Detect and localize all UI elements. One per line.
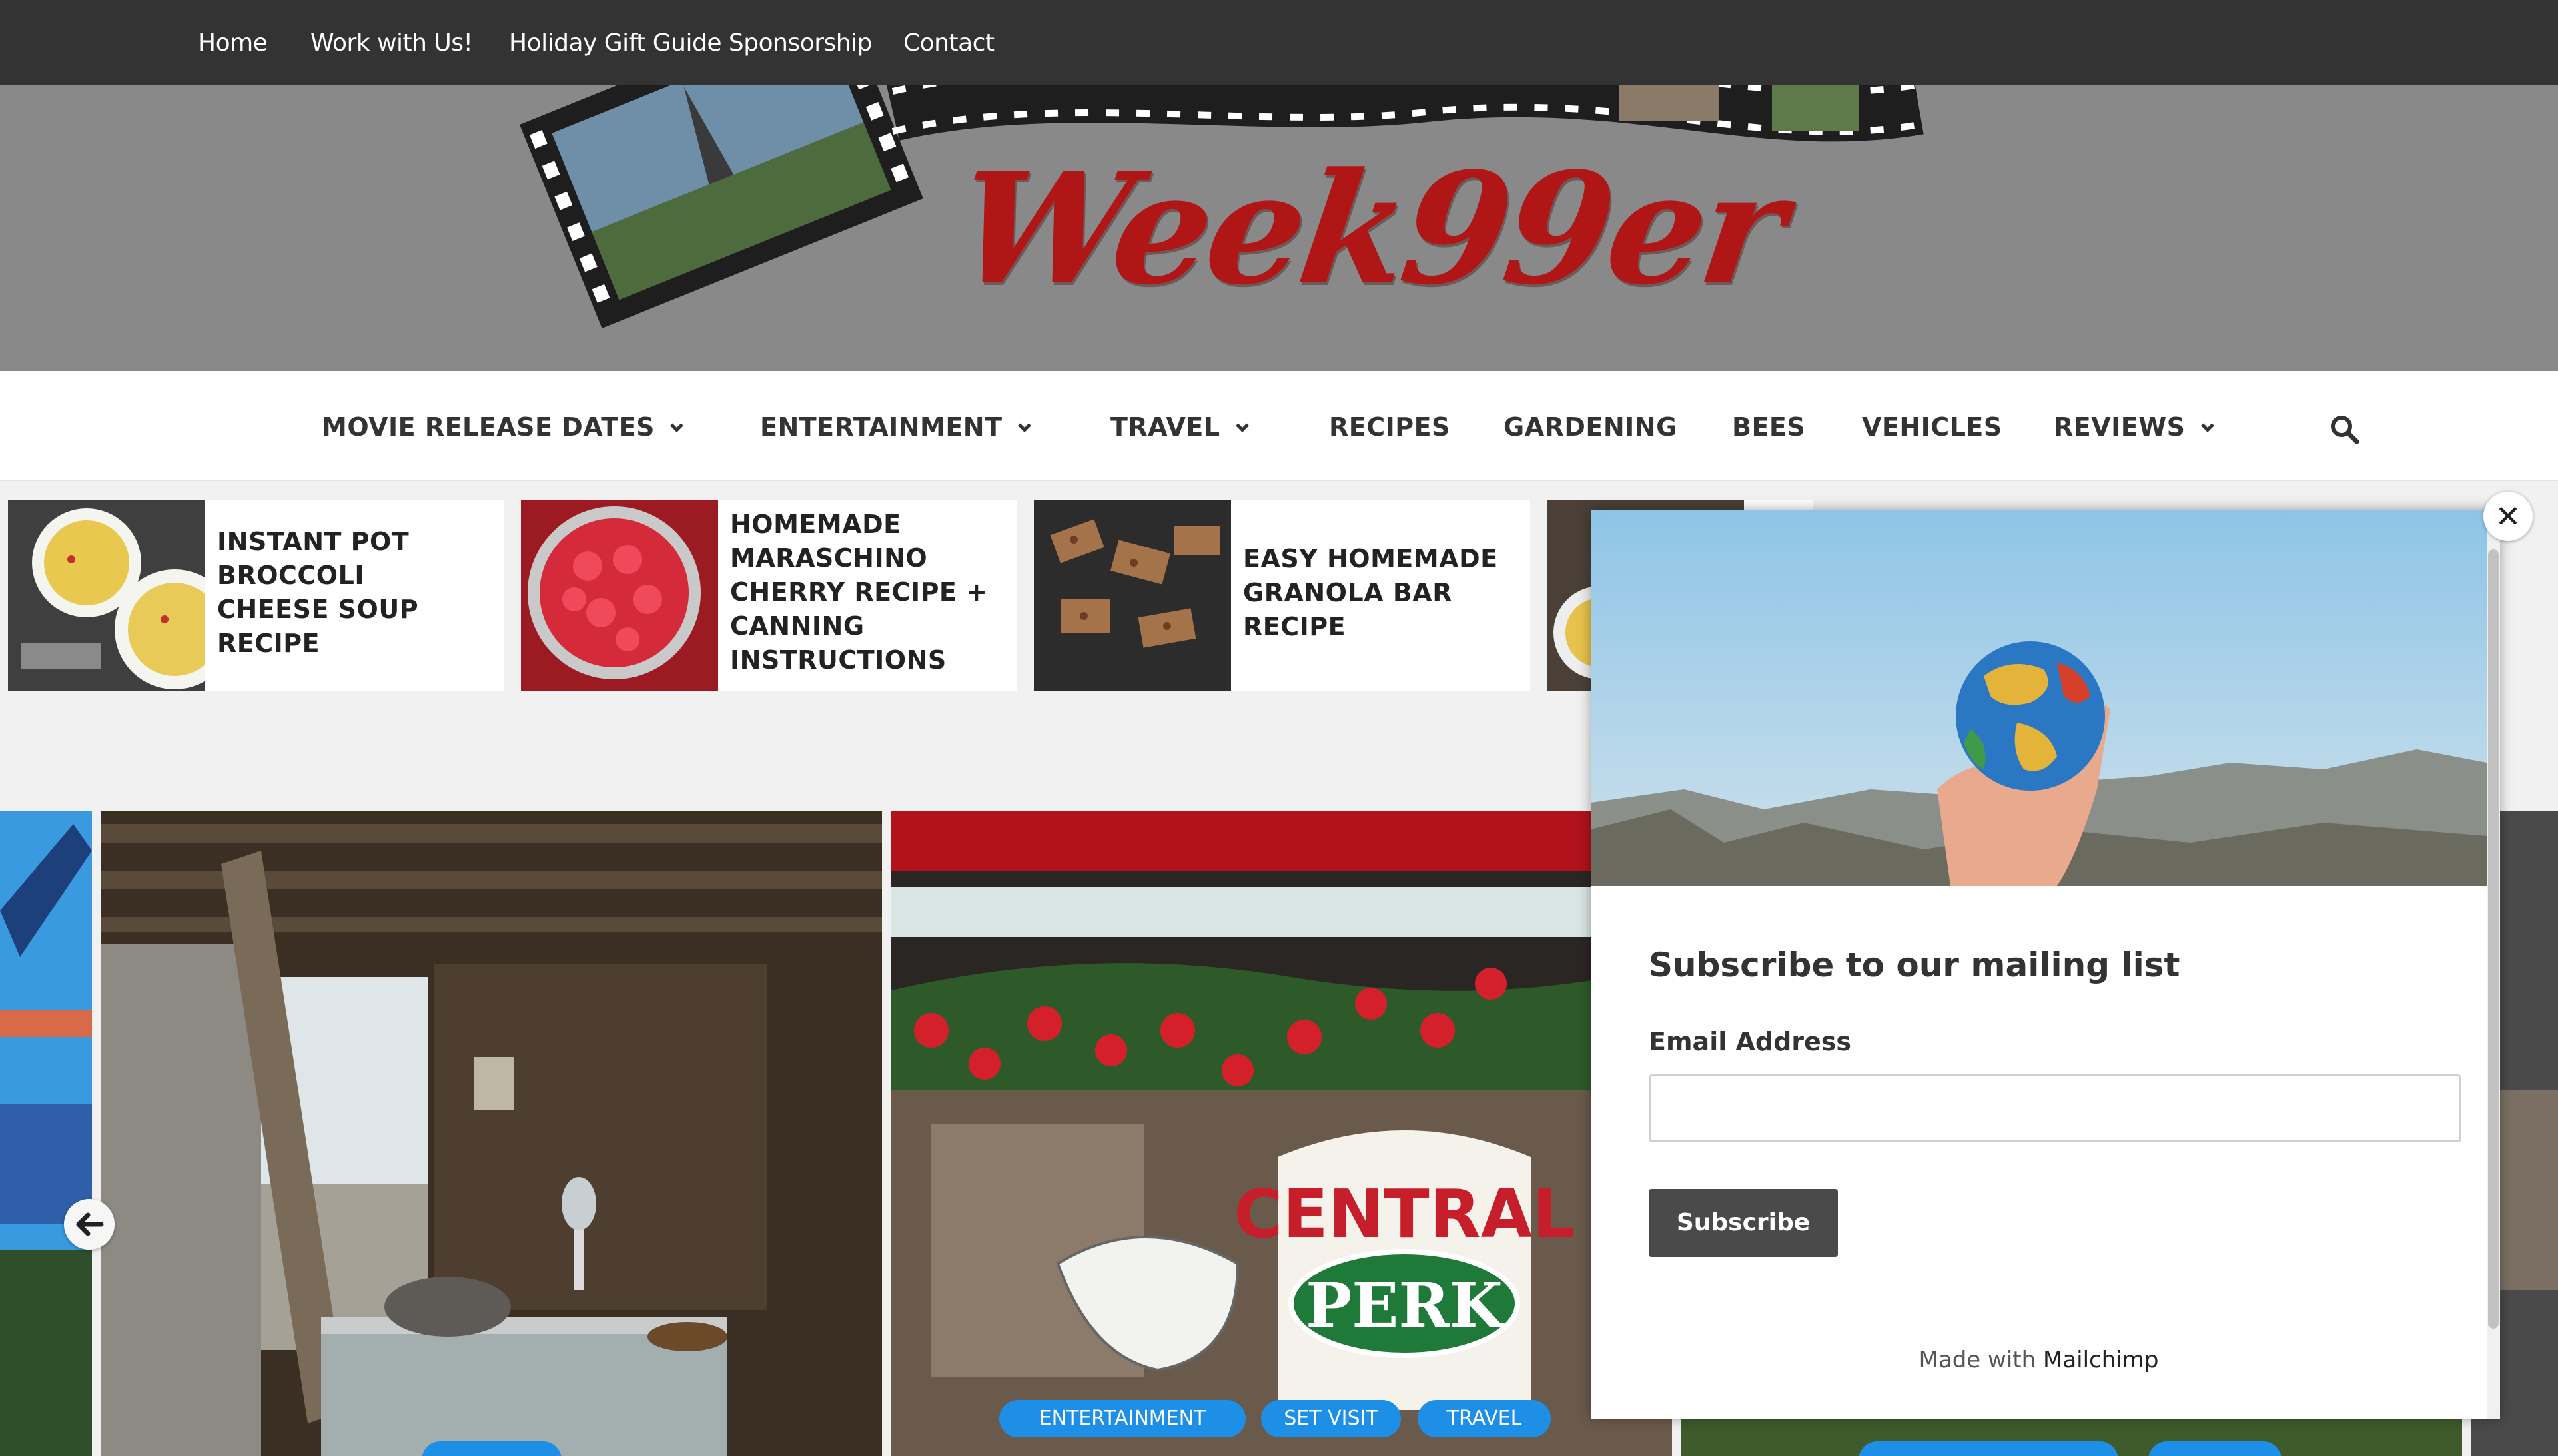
nav-label: ENTERTAINMENT	[760, 412, 1003, 442]
topbar-link-gift-guide[interactable]: Holiday Gift Guide Sponsorship	[509, 29, 872, 57]
recipe-card[interactable]: Easy Homemade Granola Bar Recipe	[1034, 500, 1530, 691]
nav-item-gardening[interactable]: GARDENING	[1503, 412, 1677, 442]
central-perk-sign-bottom: PERK	[1306, 1270, 1505, 1341]
nav-label: BEES	[1732, 412, 1806, 442]
topbar-link-work-with-us[interactable]: Work with Us!	[310, 29, 473, 57]
email-label: Email Address	[1649, 1027, 1852, 1056]
recipe-title[interactable]: Homemade Maraschino Cherry Recipe + Cann…	[730, 508, 987, 677]
nav-item-movie-release-dates[interactable]: MOVIE RELEASE DATES	[322, 412, 683, 442]
nav-label: TRAVEL	[1110, 412, 1220, 442]
nav-item-bees[interactable]: BEES	[1732, 412, 1805, 442]
site-header: Week99er	[0, 85, 2558, 371]
nav-item-travel[interactable]: TRAVEL	[1110, 412, 1249, 442]
tag-partial[interactable]	[2148, 1441, 2282, 1456]
made-with-prefix: Made with	[1918, 1347, 2036, 1373]
tag-partial[interactable]	[422, 1441, 562, 1456]
slide-cabin[interactable]	[101, 811, 882, 1456]
recipe-thumbnail[interactable]	[1034, 500, 1231, 691]
search-icon[interactable]	[2330, 414, 2359, 444]
slide-central-perk[interactable]: CENTRAL PERK	[891, 811, 1672, 1456]
subscribe-button[interactable]: Subscribe	[1649, 1189, 1838, 1257]
site-logo[interactable]: Week99er	[947, 139, 1792, 319]
arrow-left-icon[interactable]	[64, 1199, 115, 1250]
nav-label: REVIEWS	[2054, 412, 2186, 442]
recipe-title[interactable]: Instant Pot Broccoli Cheese Soup Recipe	[217, 525, 418, 661]
nav-label: RECIPES	[1329, 412, 1450, 442]
email-field[interactable]	[1649, 1074, 2461, 1142]
made-with-mailchimp[interactable]: Made with Mailchimp	[1591, 1347, 2487, 1373]
subscribe-modal: Subscribe to our mailing list Email Addr…	[1591, 510, 2500, 1419]
topbar-link-home[interactable]: Home	[198, 29, 268, 57]
modal-scrollbar[interactable]	[2487, 510, 2500, 1419]
nav-label: VEHICLES	[1862, 412, 2002, 442]
close-icon[interactable]: ✕	[2483, 492, 2533, 541]
central-perk-sign-top: CENTRAL	[1234, 1175, 1575, 1253]
nav-item-recipes[interactable]: RECIPES	[1329, 412, 1450, 442]
top-bar: Home Work with Us! Holiday Gift Guide Sp…	[0, 0, 2558, 85]
chevron-down-icon	[670, 419, 683, 432]
topbar-link-contact[interactable]: Contact	[903, 29, 995, 57]
main-nav: MOVIE RELEASE DATES ENTERTAINMENT TRAVEL…	[0, 371, 2558, 481]
nav-item-vehicles[interactable]: VEHICLES	[1862, 412, 2002, 442]
recipe-title[interactable]: Easy Homemade Granola Bar Recipe	[1243, 542, 1498, 644]
recipe-card[interactable]: Instant Pot Broccoli Cheese Soup Recipe	[8, 500, 504, 691]
tag-entertainment[interactable]: Entertainment	[999, 1400, 1246, 1437]
nav-label: GARDENING	[1503, 412, 1677, 442]
modal-hero-image	[1591, 510, 2487, 886]
nav-item-reviews[interactable]: REVIEWS	[2054, 412, 2214, 442]
tag-set-visit[interactable]: Set Visit	[1261, 1400, 1401, 1437]
chevron-down-icon	[1235, 419, 1249, 432]
nav-item-entertainment[interactable]: ENTERTAINMENT	[760, 412, 1031, 442]
modal-title: Subscribe to our mailing list	[1649, 946, 2180, 984]
tag-travel[interactable]: Travel	[1418, 1400, 1551, 1437]
chevron-down-icon	[1017, 419, 1031, 432]
mailchimp-link[interactable]: Mailchimp	[2043, 1347, 2158, 1373]
modal-scrollbar-thumb[interactable]	[2488, 549, 2499, 1329]
nav-label: MOVIE RELEASE DATES	[322, 412, 655, 442]
recipe-card[interactable]: Homemade Maraschino Cherry Recipe + Cann…	[521, 500, 1017, 691]
recipe-thumbnail[interactable]	[8, 500, 205, 691]
tag-partial[interactable]	[1859, 1441, 2118, 1456]
recipe-thumbnail[interactable]	[521, 500, 718, 691]
chevron-down-icon	[2200, 419, 2214, 432]
slide-partial-left[interactable]	[0, 811, 92, 1456]
